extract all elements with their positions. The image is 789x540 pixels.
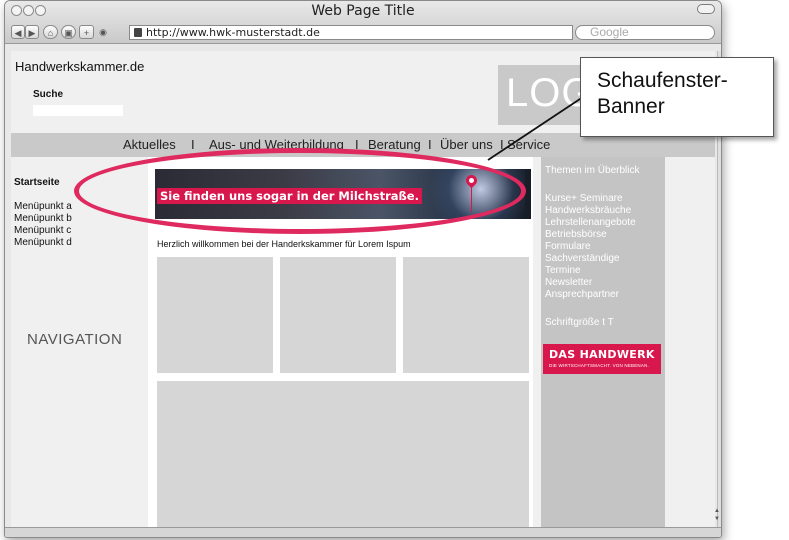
- scroll-arrows-icon[interactable]: ▲ ▼: [714, 507, 720, 525]
- site-name[interactable]: Handwerkskammer.de: [15, 59, 144, 74]
- right-item-kurse[interactable]: Kurse+ Seminare: [545, 193, 623, 204]
- highlight-ellipse: [74, 148, 526, 234]
- right-item-sachverstaendige[interactable]: Sachverständige: [545, 253, 620, 264]
- das-handwerk-badge[interactable]: DAS HANDWERK DIE WIRTSCHAFTSMACHT. VON N…: [543, 344, 661, 374]
- right-sidebar: Themen im Überblick Kurse+ Seminare Hand…: [541, 157, 665, 527]
- content-main-box[interactable]: [157, 381, 529, 527]
- right-item-newsletter[interactable]: Newsletter: [545, 277, 592, 288]
- address-bar[interactable]: http://www.hwk-musterstadt.de: [129, 25, 573, 40]
- callout-line-1: Schaufenster-: [597, 69, 728, 92]
- bookmarks-button[interactable]: ▣: [61, 25, 76, 39]
- navigation-label: NAVIGATION: [27, 331, 123, 348]
- welcome-text: Herzlich willkommen bei der Handerkskamm…: [157, 239, 411, 249]
- nav-item-service[interactable]: Service: [507, 133, 550, 157]
- callout-box: Schaufenster- Banner: [580, 57, 774, 137]
- right-item-termine[interactable]: Termine: [545, 265, 581, 276]
- sidebar-item-menuepunkt-d[interactable]: Menüpunkt d: [14, 237, 72, 248]
- back-button[interactable]: ◀: [11, 25, 25, 39]
- right-item-handwerksbraeuche[interactable]: Handwerksbräuche: [545, 205, 631, 216]
- search-label: Suche: [33, 89, 64, 100]
- right-item-betriebsboerse[interactable]: Betriebsbörse: [545, 229, 607, 240]
- content-teaser-box[interactable]: [280, 257, 396, 373]
- badge-subtitle: DIE WIRTSCHAFTSMACHT. VON NEBENAN.: [549, 363, 649, 368]
- right-item-ansprechpartner[interactable]: Ansprechpartner: [545, 289, 619, 300]
- search-input[interactable]: [33, 105, 123, 116]
- right-item-lehrstellen[interactable]: Lehrstellenangebote: [545, 217, 636, 228]
- nav-separator: I: [428, 137, 432, 152]
- rss-icon: ◉: [99, 27, 107, 37]
- title-bar: Web Page Title ◀ ▶ ⌂ ▣ + ◉ http://www.hw…: [5, 1, 721, 44]
- status-bar: [5, 527, 721, 537]
- sidebar-item-menuepunkt-a[interactable]: Menüpunkt a: [14, 201, 72, 212]
- home-button[interactable]: ⌂: [43, 25, 58, 39]
- nav-separator: I: [500, 137, 504, 152]
- callout-line-2: Banner: [597, 95, 665, 118]
- nav-item-aktuelles[interactable]: Aktuelles: [123, 133, 176, 157]
- right-item-formulare[interactable]: Formulare: [545, 241, 591, 252]
- sidebar-item-startseite[interactable]: Startseite: [14, 177, 60, 188]
- nav-item-ueber-uns[interactable]: Über uns: [440, 133, 493, 157]
- sidebar-item-menuepunkt-c[interactable]: Menüpunkt c: [14, 225, 71, 236]
- new-tab-button[interactable]: +: [79, 25, 94, 39]
- forward-button[interactable]: ▶: [25, 25, 39, 39]
- sidebar-item-menuepunkt-b[interactable]: Menüpunkt b: [14, 213, 72, 224]
- badge-title: DAS HANDWERK: [549, 348, 655, 361]
- font-size-control[interactable]: Schriftgröße t T: [545, 317, 614, 328]
- right-item-themen[interactable]: Themen im Überblick: [545, 165, 639, 176]
- url-text: http://www.hwk-musterstadt.de: [146, 26, 320, 39]
- content-teaser-box[interactable]: [403, 257, 529, 373]
- favicon-icon: [134, 28, 142, 37]
- window-title: Web Page Title: [311, 3, 415, 19]
- toolbar-toggle-button[interactable]: [697, 4, 715, 14]
- content-teaser-box[interactable]: [157, 257, 273, 373]
- search-field[interactable]: Google: [575, 25, 715, 40]
